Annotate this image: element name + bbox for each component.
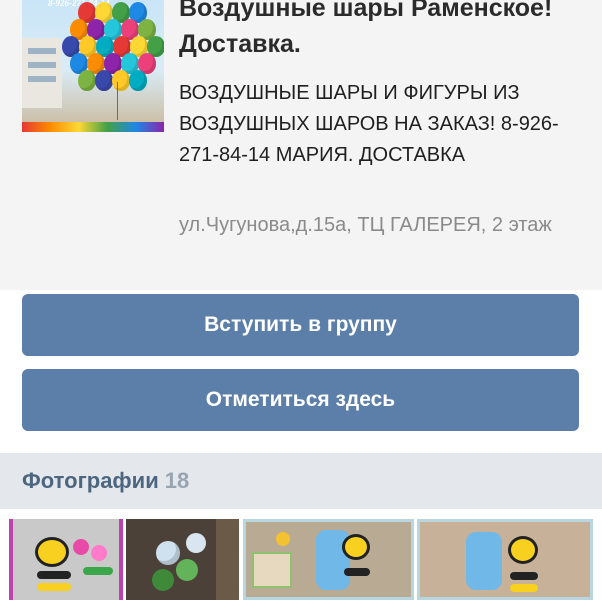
pink-flower-balloon [91,545,107,561]
bee-body-stripe [344,568,370,576]
thumb-frame [9,519,13,600]
group-title: Воздушные шары Раменское! Доставка. [179,0,553,58]
avatar-rainbow-bar [22,122,164,132]
photo-thumbnail-2[interactable] [126,519,239,600]
decor-sign [252,552,292,588]
yellow-balloon [276,532,290,546]
balloon-icon [95,70,113,91]
photo-thumbnail-4[interactable] [417,519,593,600]
pink-flower-balloon [73,539,89,555]
photos-count: 18 [164,468,190,493]
avatar-building [22,38,62,108]
group-address[interactable]: ул.Чугунова,д.15а, ТЦ ГАЛЕРЕЯ, 2 этаж [179,210,589,241]
green-balloon [176,559,198,581]
bee-body-stripe [37,583,71,591]
bee-figure-icon [508,536,538,564]
photo-thumbnail-3[interactable] [243,519,414,600]
bee-body-stripe [37,571,71,579]
blue-balloon-figure [466,532,502,590]
balloon-icon [112,70,130,91]
balloon-icon [129,70,147,91]
avatar-balloon-strings [117,82,118,120]
photos-strip [0,509,602,600]
photos-section-title[interactable]: Фотографии 18 [22,467,189,495]
bee-figure-icon [35,537,69,567]
photo-thumbnail-1[interactable] [9,519,123,600]
silver-balloon [186,533,206,553]
bee-body-stripe [510,584,538,592]
group-avatar[interactable]: 8-926-271-84-14 [22,0,164,132]
curtain [216,519,239,600]
join-group-button[interactable]: Вступить в группу [22,294,579,356]
group-status: ВОЗДУШНЫЕ ШАРЫ И ФИГУРЫ ИЗ ВОЗДУШНЫХ ШАР… [179,82,559,166]
photos-title-label: Фотографии [22,468,159,493]
group-header: 8-926-271-84-14 Воздушные шары Раменское… [0,0,602,290]
green-balloon [152,569,174,591]
bee-figure-icon [342,534,370,560]
bee-body-stripe [510,572,538,580]
green-stem-balloon [83,567,113,575]
checkin-button[interactable]: Отметиться здесь [22,369,579,431]
silver-balloon [156,541,180,565]
thumb-frame [119,519,123,600]
balloon-icon [78,70,96,91]
